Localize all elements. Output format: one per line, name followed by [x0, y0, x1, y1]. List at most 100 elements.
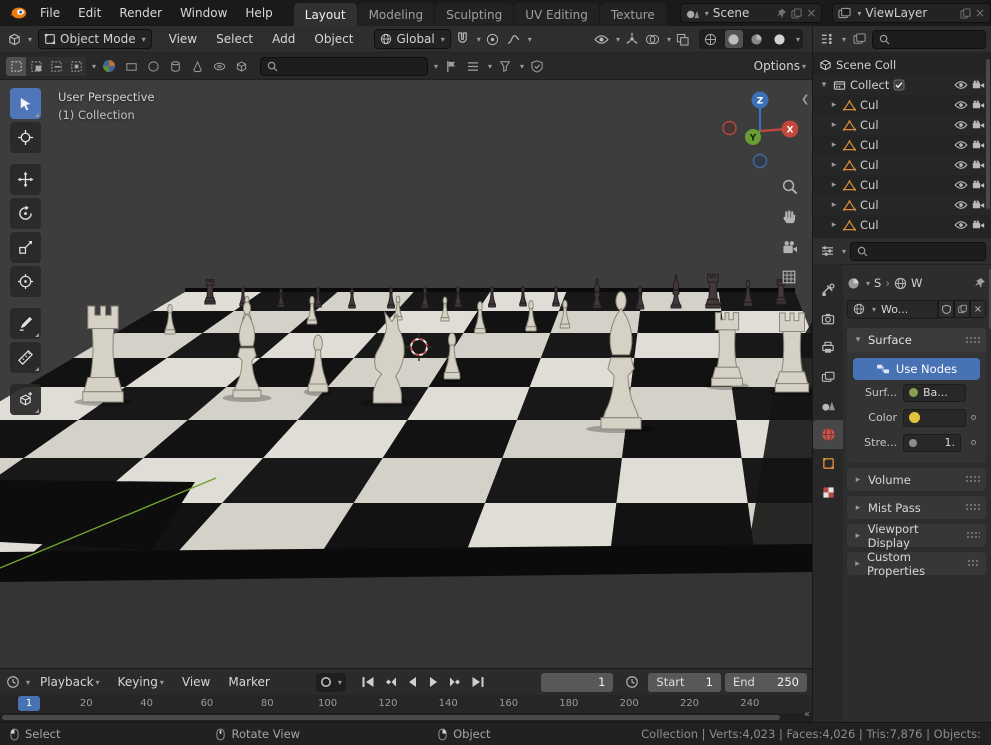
viewlayer-selector[interactable]: ▾ ViewLayer × [832, 3, 991, 23]
new-copy-icon[interactable] [954, 300, 970, 318]
hide-eye-icon[interactable] [954, 180, 968, 190]
editor-type-icon[interactable] [5, 30, 23, 48]
jump-to-start-button[interactable] [358, 673, 379, 692]
chevron-down-icon[interactable]: ▾ [92, 62, 96, 71]
menu-render[interactable]: Render [110, 0, 171, 26]
object-name[interactable]: Cul [860, 178, 879, 192]
tab-output-icon[interactable] [813, 333, 843, 362]
outliner-object-row[interactable]: ▸ Cul [813, 175, 991, 195]
panel-grip-icon[interactable] [965, 475, 980, 484]
snap-magnet-icon[interactable] [454, 30, 472, 48]
chevron-down-icon[interactable]: ▾ [667, 35, 671, 44]
decorator-dot[interactable] [966, 440, 980, 445]
play-button[interactable] [424, 673, 445, 692]
world-datablock-dropdown[interactable]: ▾ Wo... [847, 299, 938, 319]
tool-icon-torus[interactable] [210, 57, 228, 75]
falloff-curve-icon[interactable] [505, 30, 523, 48]
camera-visibility-icon[interactable] [972, 140, 985, 150]
object-name[interactable]: Cul [860, 138, 879, 152]
expand-arrows[interactable]: « [804, 709, 810, 720]
shading-solid-icon[interactable] [724, 30, 743, 48]
select-mode-new[interactable] [6, 56, 26, 76]
tab-layout[interactable]: Layout [293, 3, 357, 26]
gizmos-icon[interactable] [623, 30, 641, 48]
camera-visibility-icon[interactable] [972, 200, 985, 210]
tab-uv-editing[interactable]: UV Editing [514, 3, 599, 26]
jump-to-end-button[interactable] [468, 673, 489, 692]
chevron-down-icon[interactable]: ▾ [796, 35, 800, 44]
strength-field[interactable]: 1. [903, 433, 961, 452]
tool-scale-button[interactable] [10, 232, 41, 263]
camera-visibility-icon[interactable] [972, 120, 985, 130]
axis-x-handle[interactable]: X [781, 120, 799, 138]
tool-move-button[interactable] [10, 164, 41, 195]
camera-view-icon[interactable] [778, 236, 800, 258]
camera-visibility-icon[interactable] [972, 100, 985, 110]
select-mode-extend[interactable] [26, 57, 46, 76]
scene-selector[interactable]: ▾ Scene × [679, 3, 823, 23]
camera-visibility-icon[interactable] [972, 80, 985, 90]
surface-shader-dropdown[interactable]: Ba... [903, 383, 966, 402]
navigation-gizmo[interactable]: Z Y X [722, 90, 798, 172]
current-frame-marker[interactable]: 1 [18, 696, 40, 711]
tab-scene-icon[interactable] [813, 391, 843, 420]
chevron-down-icon[interactable]: ▾ [616, 35, 620, 44]
outliner-scrollbar[interactable] [986, 59, 990, 209]
tool-icon-cone[interactable] [188, 57, 206, 75]
outliner-search-input[interactable] [872, 29, 986, 49]
tool-transform-button[interactable] [10, 266, 41, 297]
select-mode-invert[interactable] [66, 57, 86, 76]
menu-view[interactable]: View [161, 32, 205, 46]
hide-eye-icon[interactable] [954, 160, 968, 170]
menu-file[interactable]: File [31, 0, 69, 26]
outliner-collection-row[interactable]: ▾ Collect [813, 75, 991, 95]
menu-select[interactable]: Select [208, 32, 261, 46]
panel-grip-icon[interactable] [965, 531, 980, 540]
tool-add-cube-button[interactable] [10, 384, 41, 415]
collection-checkbox[interactable] [893, 79, 905, 91]
list-icon[interactable] [464, 57, 482, 75]
scene-name[interactable]: Scene [713, 6, 773, 20]
scene-ball-icon[interactable] [847, 277, 860, 290]
tab-texture-icon[interactable] [813, 478, 843, 507]
tool-cursor-button[interactable] [10, 122, 41, 153]
filter-funnel-icon[interactable] [496, 57, 514, 75]
camera-visibility-icon[interactable] [972, 160, 985, 170]
tab-world-icon[interactable] [813, 420, 843, 449]
axis-z-handle[interactable]: Z [751, 91, 769, 109]
shading-rendered-icon[interactable] [771, 30, 789, 48]
timeline-ruler[interactable]: 1 20 40 60 80 100 120 140 160 180 200 220 240 [0, 695, 812, 713]
axis-negz-handle[interactable] [752, 153, 768, 169]
panel-grip-icon[interactable] [965, 335, 980, 345]
menu-keying[interactable]: Keying ▾ [110, 675, 172, 689]
current-frame-field[interactable]: 1 [540, 672, 614, 692]
viewport-3d[interactable]: User Perspective (1) Collection Z Y X ❮ [0, 80, 812, 668]
hide-eye-icon[interactable] [954, 220, 968, 230]
expand-caret[interactable]: ▸ [829, 160, 839, 170]
expand-caret[interactable]: ▸ [829, 140, 839, 150]
overlays-icon[interactable] [644, 30, 662, 48]
expand-caret[interactable]: ▸ [829, 200, 839, 210]
expand-caret[interactable]: ▾ [819, 80, 829, 90]
use-preview-range-icon[interactable] [623, 673, 640, 691]
tool-icon-plane[interactable] [122, 57, 140, 75]
menu-object[interactable]: Object [306, 32, 361, 46]
panel-custom-properties[interactable]: ▸ Custom Properties [847, 550, 986, 578]
chevron-down-icon[interactable]: ▾ [528, 35, 532, 44]
use-nodes-button[interactable]: Use Nodes [853, 358, 980, 380]
tab-object-icon[interactable] [813, 449, 843, 478]
copy-icon[interactable] [960, 7, 971, 19]
close-icon[interactable]: × [975, 6, 985, 20]
shield-check-icon[interactable] [528, 57, 546, 75]
next-keyframe-button[interactable] [446, 673, 467, 692]
decorator-dot[interactable] [966, 415, 980, 420]
hide-eye-icon[interactable] [954, 120, 968, 130]
transform-orientation-dropdown[interactable]: Global ▾ [374, 29, 451, 49]
ortho-grid-icon[interactable] [778, 266, 800, 288]
tool-rotate-button[interactable] [10, 198, 41, 229]
scene-collection-name[interactable]: Scene Coll [836, 58, 896, 72]
hide-eye-icon[interactable] [954, 200, 968, 210]
tab-viewlayer-icon[interactable] [813, 362, 843, 391]
chevron-down-icon[interactable]: ▾ [488, 62, 492, 71]
breadcrumb-scene[interactable]: S [874, 276, 881, 290]
